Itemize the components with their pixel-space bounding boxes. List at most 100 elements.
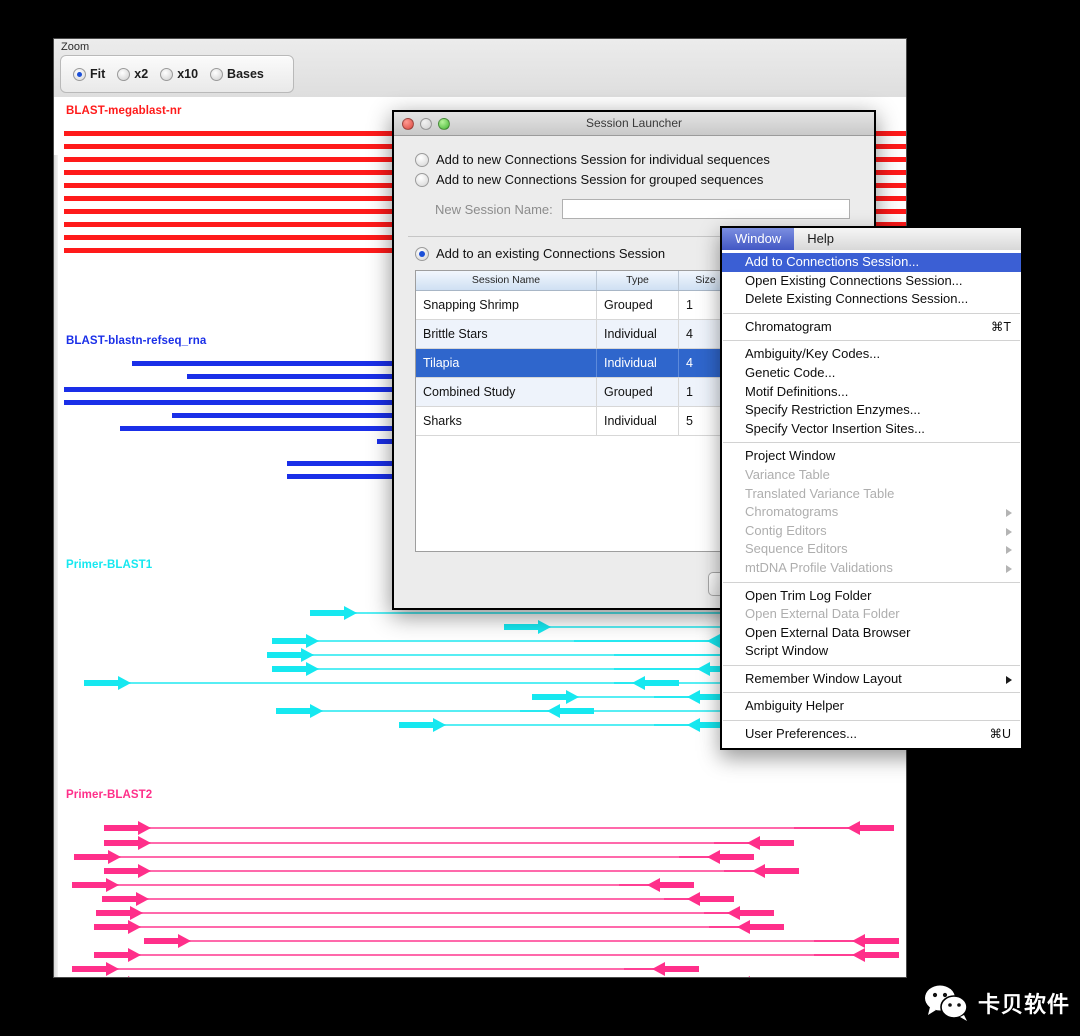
primer-arrow-line[interactable] (72, 884, 694, 886)
menu-item-ambiguity-helper[interactable]: Ambiguity Helper (722, 697, 1021, 716)
primer-arrow-head (847, 821, 860, 835)
primer-arrow-head (538, 620, 551, 634)
table-body: Snapping Shrimp Grouped 1 Brittle Stars Indi… (416, 291, 732, 436)
primer-arrow-line[interactable] (74, 856, 754, 858)
menu-item-chromatogram[interactable]: Chromatogram ⌘T (722, 318, 1021, 337)
primer-arrow-head (128, 920, 141, 934)
primer-arrow-tail (860, 825, 894, 831)
session-name-cell: Snapping Shrimp (416, 291, 597, 319)
radio-icon (160, 67, 174, 81)
menu-item-label: Genetic Code... (745, 364, 836, 380)
menu-item-label: Chromatogram (745, 318, 832, 334)
menu-item-label: Open Trim Log Folder (745, 587, 872, 603)
primer-arrow-line[interactable] (144, 940, 899, 942)
menu-item-user-preferences[interactable]: User Preferences... ⌘U (722, 725, 1021, 744)
track-label-megablast: BLAST-megablast-nr (66, 105, 182, 117)
table-header-row: Session Name Type Size (416, 271, 732, 291)
submenu-arrow-icon (1006, 509, 1012, 518)
menu-item-script-window[interactable]: Script Window (722, 642, 1021, 661)
primer-arrow-line[interactable] (94, 926, 784, 928)
primer-arrow-line[interactable] (96, 912, 774, 914)
dialog-titlebar[interactable]: Session Launcher (394, 112, 874, 136)
primer-arrow-head (737, 920, 750, 934)
primer-arrow-head (128, 948, 141, 962)
table-row[interactable]: Tilapia Individual 4 (416, 349, 732, 378)
primer-arrow-head (138, 836, 151, 850)
menu-separator (723, 312, 1020, 314)
primer-arrow-tail (399, 722, 433, 728)
menubar-item-window[interactable]: Window (722, 228, 795, 250)
primer-arrow-line[interactable] (104, 870, 799, 872)
primer-arrow-tail (104, 868, 138, 874)
menu-item-label: Add to Connections Session... (745, 254, 920, 269)
menu-item-label: Project Window (745, 448, 836, 464)
primer-arrow-head (747, 836, 760, 850)
track-label-primer1: Primer-BLAST1 (66, 559, 153, 571)
menu-item-ambiguity-key-codes[interactable]: Ambiguity/Key Codes... (722, 345, 1021, 364)
primer-arrow-tail (272, 638, 306, 644)
primer-arrow-tail (72, 966, 106, 972)
menu-item-open-trim-log-folder[interactable]: Open Trim Log Folder (722, 587, 1021, 606)
table-row[interactable]: Combined Study Grouped 1 (416, 378, 732, 407)
menu-item-genetic-code[interactable]: Genetic Code... (722, 364, 1021, 383)
primer-arrow-line[interactable] (104, 827, 894, 829)
menu-item-delete-existing-connections-session[interactable]: Delete Existing Connections Session... (722, 290, 1021, 309)
primer-arrow-head (128, 976, 141, 977)
menu-separator (723, 720, 1020, 722)
menu-item-label: Script Window (745, 643, 829, 659)
primer-arrow-tail (94, 924, 128, 930)
menu-item-label: Sequence Editors (745, 541, 848, 557)
primer-arrow-tail (74, 854, 108, 860)
zoom-option-x10[interactable]: x10 (160, 67, 198, 81)
menu-item-label: Chromatograms (745, 504, 839, 520)
menu-item-label: Delete Existing Connections Session... (745, 291, 969, 307)
new-session-name-input[interactable] (562, 199, 850, 219)
menu-item-specify-vector-insertion-sites[interactable]: Specify Vector Insertion Sites... (722, 420, 1021, 439)
menu-item-project-window[interactable]: Project Window (722, 447, 1021, 466)
column-header-session-name: Session Name (416, 271, 597, 290)
primer-arrow-tail (144, 938, 178, 944)
menubar-item-help[interactable]: Help (794, 228, 847, 250)
primer-arrow-line[interactable] (104, 842, 794, 844)
menu-item-add-to-connections-session[interactable]: Add to Connections Session... (722, 253, 1021, 272)
primer-arrow-tail (96, 910, 130, 916)
primer-arrow-head (106, 878, 119, 892)
table-row[interactable]: Sharks Individual 5 (416, 407, 732, 436)
primer-arrow-tail (272, 666, 306, 672)
radio-new-session-individual[interactable]: Add to new Connections Session for indiv… (415, 152, 855, 167)
menu-separator (723, 442, 1020, 444)
radio-icon (73, 67, 86, 81)
menu-item-specify-restriction-enzymes[interactable]: Specify Restriction Enzymes... (722, 401, 1021, 420)
menu-item-remember-window-layout[interactable]: Remember Window Layout (722, 670, 1021, 689)
menu-item-open-existing-connections-session[interactable]: Open Existing Connections Session... (722, 272, 1021, 291)
menu-item-open-external-data-browser[interactable]: Open External Data Browser (722, 624, 1021, 643)
primer-arrow-tail (267, 652, 301, 658)
submenu-arrow-icon (1006, 527, 1012, 536)
radio-icon (210, 67, 224, 81)
menu-item-motif-definitions[interactable]: Motif Definitions... (722, 383, 1021, 402)
zoom-toolbar: Zoom Fit x2 x10 Bases (54, 39, 906, 98)
menu-item-label: Variance Table (745, 466, 830, 482)
zoom-option-bases[interactable]: Bases (210, 67, 264, 81)
track-left-gutter (54, 155, 58, 977)
table-row[interactable]: Brittle Stars Individual 4 (416, 320, 732, 349)
radio-label: Add to an existing Connections Session (436, 246, 666, 261)
primer-arrow-line[interactable] (310, 612, 754, 614)
primer-arrow-head (632, 676, 645, 690)
primer-arrow-tail (102, 896, 136, 902)
table-row[interactable]: Snapping Shrimp Grouped 1 (416, 291, 732, 320)
sessions-table[interactable]: Session Name Type Size Snapping Shrimp Gr… (415, 270, 733, 552)
radio-label: Add to new Connections Session for group… (436, 172, 764, 187)
primer-arrow-head (647, 878, 660, 892)
menu-item-label: User Preferences... (745, 726, 857, 742)
zoom-option-label: Bases (227, 67, 264, 81)
zoom-option-x2[interactable]: x2 (117, 67, 148, 81)
session-name-cell: Sharks (416, 407, 597, 435)
radio-new-session-grouped[interactable]: Add to new Connections Session for group… (415, 172, 855, 187)
primer-arrow-line[interactable] (102, 898, 734, 900)
primer-arrow-head (306, 634, 319, 648)
radio-icon (415, 247, 429, 261)
primer-arrow-line[interactable] (72, 968, 699, 970)
primer-arrow-line[interactable] (94, 954, 899, 956)
zoom-option-fit[interactable]: Fit (73, 67, 105, 81)
